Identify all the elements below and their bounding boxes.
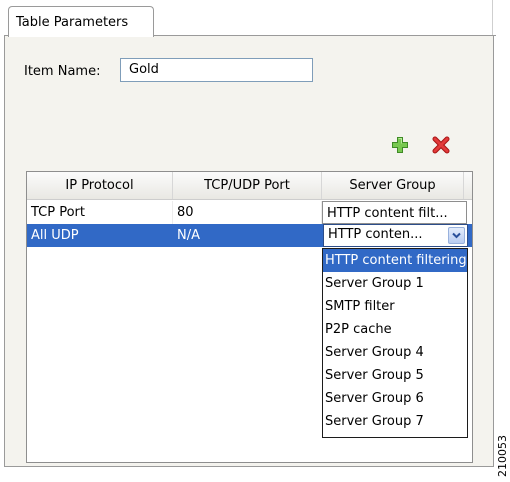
item-name-input[interactable]: Gold (120, 58, 313, 82)
dropdown-option[interactable]: Server Group 5 (323, 364, 467, 387)
cell-ip-protocol: TCP Port (27, 201, 173, 224)
table-row-selected[interactable]: All UDP N/A HTTP conten... (27, 224, 472, 247)
item-name-label: Item Name: (24, 64, 101, 79)
dropdown-option[interactable]: P2P cache (323, 318, 467, 341)
add-icon[interactable] (391, 136, 409, 154)
tab-label: Table Parameters (16, 15, 129, 30)
tab-table-parameters[interactable]: Table Parameters (8, 6, 154, 37)
combo-dropdown-button[interactable] (448, 227, 465, 244)
figure-id: 210053 (496, 435, 509, 477)
delete-icon[interactable] (432, 136, 450, 154)
cell-port: 80 (173, 201, 322, 224)
table-row[interactable]: TCP Port 80 HTTP content filt... (27, 201, 472, 224)
dropdown-option[interactable]: SMTP filter (323, 295, 467, 318)
col-tcp-udp-port[interactable]: TCP/UDP Port (173, 172, 322, 199)
table-header: IP Protocol TCP/UDP Port Server Group (27, 172, 472, 200)
dropdown-option[interactable]: Server Group 6 (323, 387, 467, 410)
tab-strip-line (150, 35, 496, 36)
server-group-combo[interactable]: HTTP conten... (323, 224, 468, 247)
frame-edge (492, 0, 493, 36)
dropdown-option[interactable]: HTTP content filtering (323, 249, 467, 272)
dropdown-option[interactable]: Server Group 4 (323, 341, 467, 364)
dropdown-option[interactable]: Server Group 7 (323, 410, 467, 433)
server-group-dropdown-list: HTTP content filtering Server Group 1 SM… (322, 248, 468, 438)
cell-server-group: HTTP content filt... (322, 201, 467, 224)
figure-id-text: 210053 (496, 435, 509, 477)
combo-value: HTTP conten... (328, 227, 423, 242)
col-server-group[interactable]: Server Group (322, 172, 464, 199)
chevron-down-icon (452, 232, 461, 239)
cell-ip-protocol: All UDP (31, 228, 79, 243)
cell-port: N/A (177, 228, 200, 243)
dropdown-option[interactable]: Server Group 1 (323, 272, 467, 295)
col-ip-protocol[interactable]: IP Protocol (27, 172, 173, 199)
